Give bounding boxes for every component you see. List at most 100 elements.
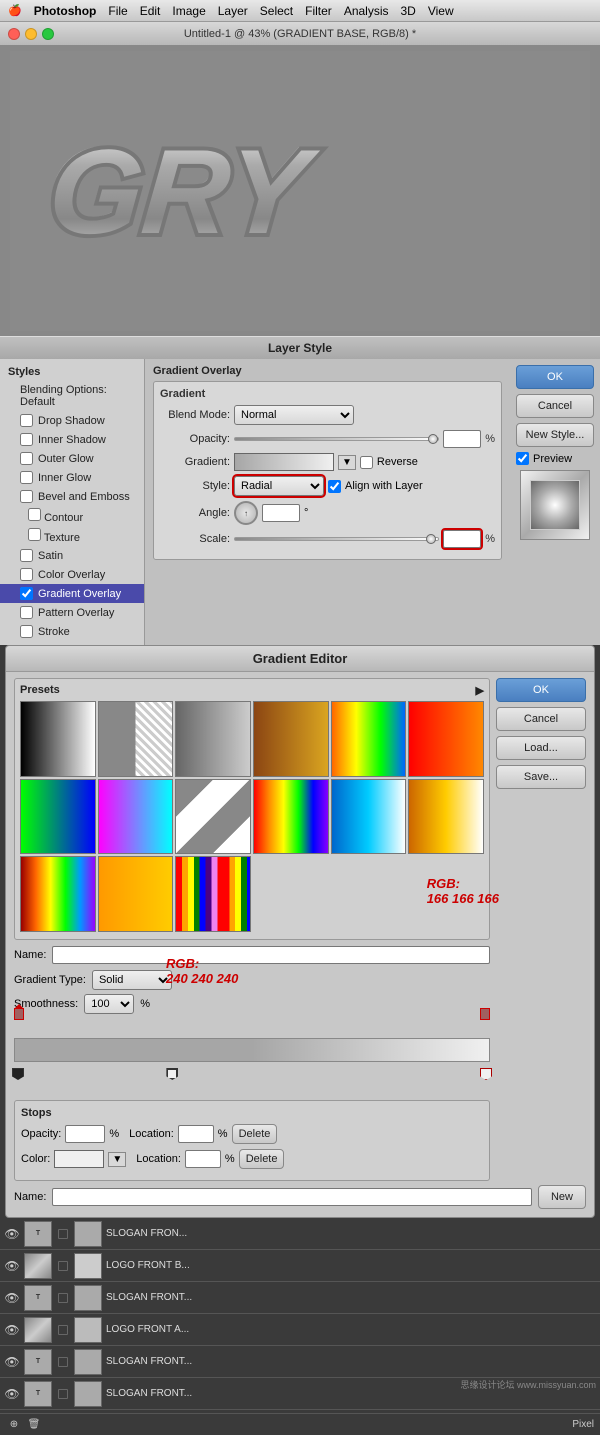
eye-icon[interactable]: 👁 [4,1386,20,1402]
gradient-swatch[interactable] [234,453,334,471]
preset-trans[interactable] [98,701,174,777]
menu-view[interactable]: View [428,4,454,18]
stroke-checkbox[interactable] [20,625,33,638]
eye-icon[interactable]: 👁 [4,1258,20,1274]
menu-filter[interactable]: Filter [305,4,332,18]
ge-load-button[interactable]: Load... [496,736,586,760]
eye-icon[interactable]: 👁 [4,1290,20,1306]
sidebar-item-blending[interactable]: Blending Options: Default [0,381,144,411]
color-location-input[interactable]: 32 [185,1150,221,1168]
ge-cancel-button[interactable]: Cancel [496,707,586,731]
smoothness-select[interactable]: 100 [84,994,134,1014]
outer-glow-checkbox[interactable] [20,452,33,465]
blend-mode-select[interactable]: Normal [234,405,354,425]
ge-ok-button[interactable]: OK [496,678,586,702]
menu-select[interactable]: Select [260,4,293,18]
inner-glow-checkbox[interactable] [20,471,33,484]
ok-button[interactable]: OK [516,365,594,389]
sidebar-item-contour[interactable]: Contour [0,506,144,526]
color-stop-swatch[interactable] [54,1150,104,1168]
preset-grey[interactable] [175,701,251,777]
sidebar-item-outer-glow[interactable]: Outer Glow [0,449,144,468]
name-input[interactable]: Custom [52,946,490,964]
menu-edit[interactable]: Edit [140,4,161,18]
eye-icon[interactable]: 👁 [4,1354,20,1370]
color-overlay-checkbox[interactable] [20,568,33,581]
sidebar-item-gradient-overlay[interactable]: Gradient Overlay [0,584,144,603]
angle-input[interactable]: 90 [262,504,300,522]
sidebar-item-bevel-emboss[interactable]: Bevel and Emboss [0,487,144,506]
presets-expand-icon[interactable]: ▶ [476,684,484,697]
opacity-location-input[interactable] [178,1125,214,1143]
eye-icon[interactable]: 👁 [4,1226,20,1242]
preview-checkbox[interactable] [516,452,529,465]
opacity-delete-button[interactable]: Delete [232,1124,278,1144]
menu-image[interactable]: Image [172,4,205,18]
preset-color1[interactable] [253,701,329,777]
middle-color-stop[interactable] [166,1068,178,1080]
sidebar-item-texture[interactable]: Texture [0,526,144,546]
pattern-overlay-checkbox[interactable] [20,606,33,619]
right-opacity-stop[interactable] [480,1008,490,1020]
preset-color5[interactable] [98,779,174,855]
layer-row[interactable]: 👁 T SLOGAN FRONT... [0,1346,600,1378]
align-layer-checkbox[interactable] [328,480,341,493]
gradient-bar[interactable] [14,1038,490,1062]
right-color-stop[interactable] [480,1068,492,1080]
sidebar-item-satin[interactable]: Satin [0,546,144,565]
angle-dial[interactable]: ↑ [234,501,258,525]
preset-color7[interactable] [253,779,329,855]
cancel-button[interactable]: Cancel [516,394,594,418]
opacity-input[interactable]: 100 [443,430,481,448]
eye-icon[interactable]: 👁 [4,1322,20,1338]
scale-input[interactable]: 150 [443,530,481,548]
add-layer-icon[interactable]: ⊕ [6,1417,22,1433]
sidebar-item-drop-shadow[interactable]: Drop Shadow [0,411,144,430]
preset-color9[interactable] [408,779,484,855]
preset-color3[interactable] [408,701,484,777]
left-opacity-stop[interactable] [14,1008,24,1020]
layer-row[interactable]: 👁 LOGO FRONT B... [0,1250,600,1282]
sidebar-item-color-overlay[interactable]: Color Overlay [0,565,144,584]
type-select[interactable]: Solid [92,970,172,990]
gradient-overlay-checkbox[interactable] [20,587,33,600]
reverse-checkbox[interactable] [360,456,373,469]
sidebar-item-inner-shadow[interactable]: Inner Shadow [0,430,144,449]
satin-checkbox[interactable] [20,549,33,562]
trash-icon[interactable]: 🗑 [26,1417,42,1433]
sidebar-item-inner-glow[interactable]: Inner Glow [0,468,144,487]
preset-color10[interactable] [20,856,96,932]
menu-layer[interactable]: Layer [218,4,248,18]
left-color-stop[interactable] [12,1068,24,1080]
bevel-emboss-checkbox[interactable] [20,490,33,503]
close-button[interactable] [8,28,20,40]
drop-shadow-checkbox[interactable] [20,414,33,427]
scale-slider[interactable] [234,537,439,541]
gradient-arrow-icon[interactable]: ▼ [338,455,356,470]
opacity-slider[interactable] [234,437,439,441]
new-style-button[interactable]: New Style... [516,423,594,447]
layer-row[interactable]: 👁 T SLOGAN FRON... [0,1218,600,1250]
color-delete-button[interactable]: Delete [239,1149,285,1169]
layer-row[interactable]: 👁 LOGO FRONT B... [0,1410,600,1413]
preset-color8[interactable] [331,779,407,855]
menu-analysis[interactable]: Analysis [344,4,389,18]
color-arrow-icon[interactable]: ▼ [108,1152,126,1167]
layer-row[interactable]: 👁 LOGO FRONT A... [0,1314,600,1346]
layer-row[interactable]: 👁 T SLOGAN FRONT... [0,1282,600,1314]
menu-file[interactable]: File [108,4,127,18]
preset-color4[interactable] [20,779,96,855]
preset-bw[interactable] [20,701,96,777]
style-select[interactable]: Radial [234,476,324,496]
menu-3d[interactable]: 3D [401,4,416,18]
minimize-button[interactable] [25,28,37,40]
sidebar-item-stroke[interactable]: Stroke [0,622,144,641]
apple-icon[interactable]: 🍎 [8,4,22,17]
preset-color11[interactable] [98,856,174,932]
stops-opacity-input[interactable] [65,1125,105,1143]
ge-new-button[interactable]: New [538,1185,586,1209]
preset-color2[interactable] [331,701,407,777]
sidebar-item-pattern-overlay[interactable]: Pattern Overlay [0,603,144,622]
contour-checkbox[interactable] [28,508,41,521]
preset-color12[interactable] [175,856,251,932]
